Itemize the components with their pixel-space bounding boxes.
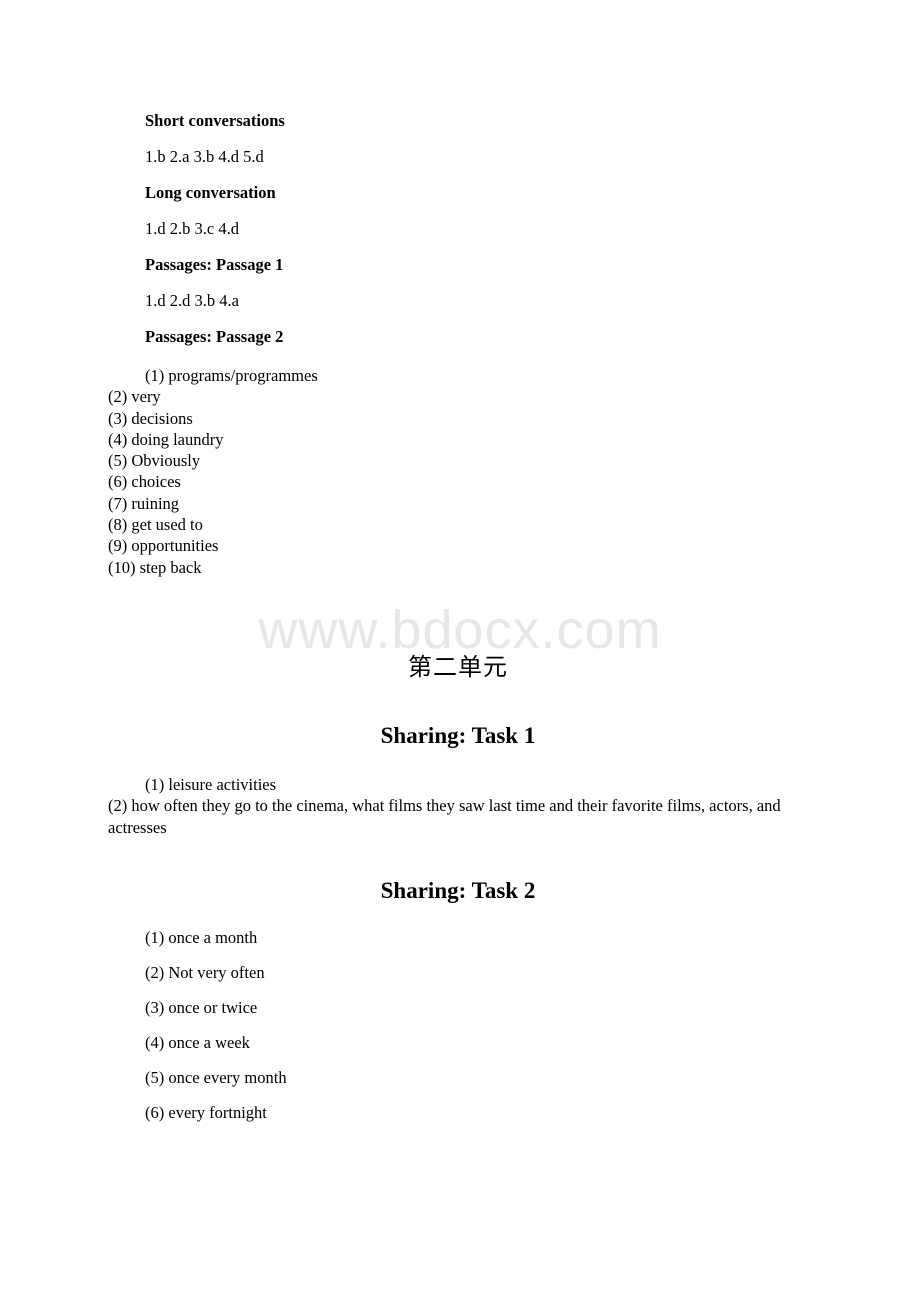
answers-passage-1: 1.d 2.d 3.b 4.a [145,291,239,310]
heading-sharing-task-1: Sharing: Task 1 [380,722,536,748]
list-item: (1) programs/programmes [145,366,318,385]
list-item: (1) leisure activities [145,774,277,794]
heading-passage-2: Passages: Passage 2 [145,327,284,346]
list-item: (8) get used to [108,515,203,535]
list-item: (1) once a month [145,928,258,948]
passage-2-answer-list: (1) programs/programmes (2) very (3) dec… [108,365,808,578]
list-item: (9) opportunities [108,536,219,556]
list-item: (7) ruining [108,493,180,513]
list-item: (2) Not very often [145,963,265,983]
list-item: (6) choices [108,472,181,492]
list-item: (10) step back [108,557,202,577]
list-item: (3) once or twice [145,998,258,1018]
list-item: (5) Obviously [108,451,201,471]
list-item: (5) once every month [145,1068,287,1088]
answers-short-conversations: 1.b 2.a 3.b 4.d 5.d [145,147,264,166]
answers-long-conversation: 1.d 2.b 3.c 4.d [145,219,239,238]
sharing-task-1-answer-list: (1) leisure activities (2) how often the… [108,774,808,839]
unit-title: 第二单元 [408,652,508,681]
list-item: (2) how often they go to the cinema, wha… [108,796,781,837]
sharing-task-2-answer-list: (1) once a month (2) Not very often (3) … [108,928,808,1123]
document-page: www.bdocx.com Short conversations 1.b 2.… [0,0,920,1302]
list-item: (2) very [108,387,161,407]
list-item: (6) every fortnight [145,1103,267,1123]
document-content: Short conversations 1.b 2.a 3.b 4.d 5.d … [108,0,808,1138]
heading-sharing-task-2: Sharing: Task 2 [380,878,536,904]
heading-long-conversation: Long conversation [145,183,276,202]
heading-passage-1: Passages: Passage 1 [145,255,284,274]
list-item: (4) once a week [145,1033,250,1053]
list-item: (3) decisions [108,408,193,428]
list-item: (4) doing laundry [108,429,224,449]
heading-short-conversations: Short conversations [145,111,285,130]
